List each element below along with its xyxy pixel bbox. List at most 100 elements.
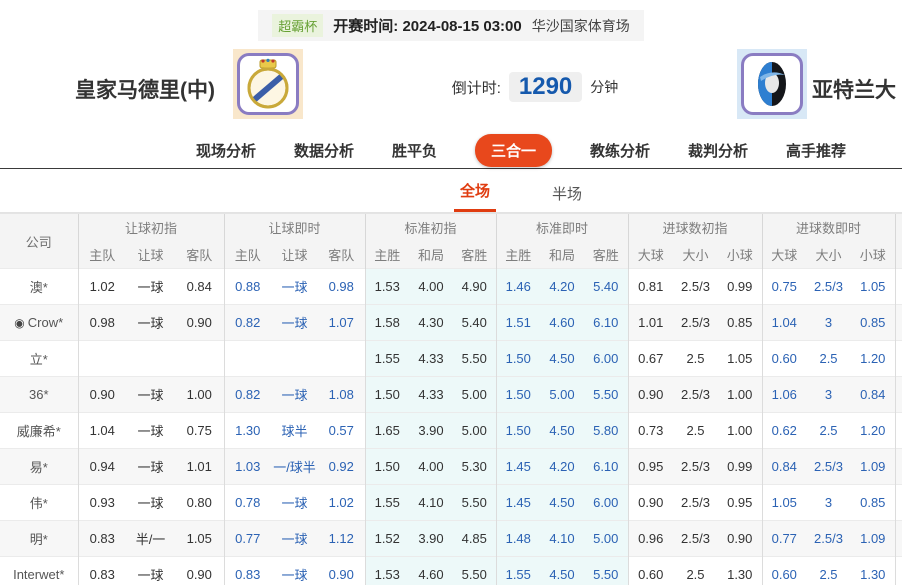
odds-cell-3-2: 1.00 (175, 376, 224, 413)
odds-cell-0-8: 4.90 (453, 268, 496, 305)
sub-header-0-2: 客队 (175, 241, 224, 269)
odds-cell-2-16: 2.5 (806, 340, 852, 377)
overflow-cell (894, 268, 902, 305)
home-team-logo (233, 49, 303, 119)
countdown-label: 倒计时: (451, 79, 501, 97)
odds-cell-8-5: 0.90 (318, 556, 365, 585)
odds-cell-1-5: 1.07 (318, 304, 365, 341)
odds-cell-8-8: 5.50 (453, 556, 496, 585)
odds-cell-8-11: 5.50 (584, 556, 628, 585)
odds-cell-8-7: 4.60 (409, 556, 453, 585)
odds-cell-6-6: 1.55 (364, 484, 409, 521)
odds-cell-4-11: 5.80 (584, 412, 628, 449)
match-header: 皇家马德里(中) 倒计时: 1290 分钟 亚特兰大 (0, 44, 902, 128)
odds-cell-5-7: 4.00 (409, 448, 453, 485)
sub-header-4-2: 小球 (718, 241, 763, 269)
odds-row-5: 易* 0.94 一球 1.01 1.03 一/球半 0.92 1.50 4.00 5.30 1.45… (0, 448, 902, 485)
odds-row-1: ◉ Crow* 0.98 一球 0.90 0.82 一球 1.07 1.58 4.30 5.40 1.… (0, 304, 902, 341)
odds-cell-7-7: 3.90 (409, 520, 453, 557)
odds-row-2: 立* 1.55 4.33 5.50 1.50 4.50 6.00 0.67 2.5 1.05 0.6… (0, 340, 902, 377)
odds-cell-0-0: 1.02 (77, 268, 126, 305)
nav-tab-5[interactable]: 裁判分析 (688, 140, 748, 161)
odds-row-4: 威廉希* 1.04 一球 0.75 1.30 球半 0.57 1.65 3.90 5.00 1.50… (0, 412, 902, 449)
odds-cell-0-14: 0.99 (718, 268, 763, 305)
odds-cell-7-8: 4.85 (453, 520, 496, 557)
odds-cell-8-0: 0.83 (77, 556, 126, 585)
odds-cell-3-0: 0.90 (77, 376, 126, 413)
overflow-cell (894, 448, 902, 485)
nav-tab-4[interactable]: 教练分析 (590, 140, 650, 161)
sub-header-5-0: 大球 (761, 241, 807, 269)
odds-cell-0-3: 0.88 (223, 268, 271, 305)
odds-cell-3-15: 1.06 (761, 376, 807, 413)
sub-tab-1[interactable]: 半场 (546, 175, 588, 212)
sub-header-0-0: 主队 (77, 241, 126, 269)
odds-cell-2-4 (271, 340, 318, 377)
company-name: 伟* (0, 484, 78, 521)
odds-cell-5-10: 4.20 (540, 448, 584, 485)
odds-cell-1-16: 3 (806, 304, 852, 341)
company-name: 36* (0, 376, 78, 413)
odds-cell-2-13: 2.5 (673, 340, 718, 377)
odds-cell-1-11: 6.10 (584, 304, 628, 341)
odds-cell-4-5: 0.57 (318, 412, 365, 449)
odds-cell-0-12: 0.81 (627, 268, 673, 305)
sub-header-3-2: 客胜 (584, 241, 628, 269)
odds-cell-4-14: 1.00 (718, 412, 763, 449)
real-madrid-crest-icon (247, 58, 289, 109)
odds-cell-4-12: 0.73 (627, 412, 673, 449)
sub-tab-0[interactable]: 全场 (453, 172, 496, 212)
odds-cell-6-10: 4.50 (540, 484, 584, 521)
league-badge: 超霸杯 (272, 14, 324, 37)
company-name: ◉ Crow* (0, 304, 78, 341)
sub-header-1-2: 客队 (318, 241, 365, 269)
nav-tab-2[interactable]: 胜平负 (392, 140, 437, 161)
odds-cell-1-13: 2.5/3 (673, 304, 718, 341)
odds-cell-5-3: 1.03 (223, 448, 271, 485)
odds-cell-1-3: 0.82 (223, 304, 271, 341)
odds-cell-0-2: 0.84 (175, 268, 224, 305)
kickoff-label: 开赛时间: (333, 18, 399, 35)
company-logo-icon: ◉ (14, 316, 25, 330)
odds-cell-5-13: 2.5/3 (673, 448, 718, 485)
group-header-1: 让球即时 (223, 213, 365, 242)
odds-cell-5-14: 0.99 (718, 448, 763, 485)
odds-cell-4-15: 0.62 (761, 412, 807, 449)
odds-cell-7-3: 0.77 (223, 520, 271, 557)
odds-cell-1-12: 1.01 (627, 304, 673, 341)
odds-table-wrap: 公司 让球初指 让球即时 标准初指 标准即时 进球数初指 进球数即时 主队 让球 客队 主队 让球 客队… (0, 213, 902, 585)
atalanta-crest-icon (758, 62, 786, 106)
odds-cell-2-1 (126, 340, 175, 377)
odds-cell-2-9: 1.50 (495, 340, 540, 377)
odds-cell-8-14: 1.30 (718, 556, 763, 585)
col-header-overflow (894, 213, 902, 269)
odds-cell-7-16: 2.5/3 (806, 520, 852, 557)
odds-cell-6-16: 3 (806, 484, 852, 521)
countdown-value: 1290 (508, 72, 583, 102)
nav-tab-6[interactable]: 高手推荐 (786, 140, 846, 161)
odds-cell-3-14: 1.00 (718, 376, 763, 413)
odds-cell-3-1: 一球 (126, 376, 175, 413)
odds-cell-2-3 (223, 340, 271, 377)
nav-tab-3[interactable]: 三合一 (474, 133, 552, 167)
odds-cell-7-6: 1.52 (364, 520, 409, 557)
sub-header-2-2: 客胜 (453, 241, 496, 269)
odds-cell-8-9: 1.55 (495, 556, 540, 585)
odds-cell-7-13: 2.5/3 (673, 520, 718, 557)
nav-tab-1[interactable]: 数据分析 (294, 140, 354, 161)
odds-cell-3-5: 1.08 (318, 376, 365, 413)
odds-cell-2-7: 4.33 (409, 340, 453, 377)
odds-row-0: 澳* 1.02 一球 0.84 0.88 一球 0.98 1.53 4.00 4.90 1.46 4.… (0, 268, 902, 305)
overflow-cell (894, 304, 902, 341)
odds-cell-2-5 (318, 340, 365, 377)
nav-tab-0[interactable]: 现场分析 (196, 140, 256, 161)
odds-cell-0-5: 0.98 (318, 268, 365, 305)
odds-cell-5-2: 1.01 (175, 448, 224, 485)
odds-cell-2-15: 0.60 (761, 340, 807, 377)
overflow-cell (894, 556, 902, 585)
odds-cell-0-16: 2.5/3 (806, 268, 852, 305)
odds-cell-0-9: 1.46 (495, 268, 540, 305)
odds-cell-6-15: 1.05 (761, 484, 807, 521)
odds-cell-1-14: 0.85 (718, 304, 763, 341)
odds-cell-4-2: 0.75 (175, 412, 224, 449)
